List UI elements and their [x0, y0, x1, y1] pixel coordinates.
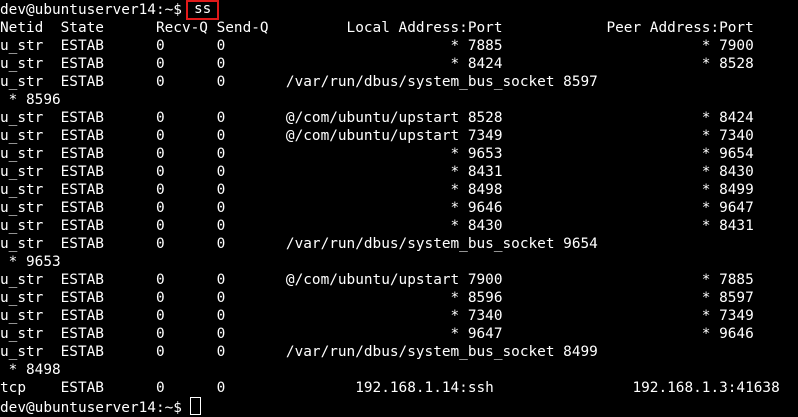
- output-line: u_str ESTAB 0 0 /var/run/dbus/system_bus…: [0, 236, 598, 252]
- output-line: * 8498: [0, 362, 61, 378]
- output-line: u_str ESTAB 0 0 * 8431 * 8430: [0, 164, 754, 180]
- output-line: tcp ESTAB 0 0 192.168.1.14:ssh 192.168.1…: [0, 380, 780, 396]
- output-line: u_str ESTAB 0 0 * 7885 * 7900: [0, 38, 754, 54]
- output-line: u_str ESTAB 0 0 /var/run/dbus/system_bus…: [0, 344, 598, 360]
- output-line: * 9653: [0, 254, 61, 270]
- terminal-window[interactable]: dev@ubuntuserver14:~$ ss Netid State Recv…: [0, 0, 798, 416]
- command-line: dev@ubuntuserver14:~$ ss: [0, 0, 220, 20]
- command-text: ss: [193, 1, 212, 17]
- output-line: u_str ESTAB 0 0 @/com/ubuntu/upstart 790…: [0, 272, 754, 288]
- output-line: u_str ESTAB 0 0 * 8498 * 8499: [0, 182, 754, 198]
- prompt: dev@ubuntuserver14:~$: [0, 400, 182, 416]
- output-line: * 8596: [0, 92, 61, 108]
- output-line: u_str ESTAB 0 0 @/com/ubuntu/upstart 734…: [0, 128, 754, 144]
- output-line: u_str ESTAB 0 0 * 8430 * 8431: [0, 218, 754, 234]
- table-header: Netid State Recv-Q Send-Q Local Address:…: [0, 20, 754, 36]
- output-line: u_str ESTAB 0 0 * 9646 * 9647: [0, 200, 754, 216]
- output-line: u_str ESTAB 0 0 @/com/ubuntu/upstart 852…: [0, 110, 754, 126]
- command-highlight: ss: [185, 0, 220, 20]
- output-line: u_str ESTAB 0 0 * 8596 * 8597: [0, 290, 754, 306]
- output-line: u_str ESTAB 0 0 * 8424 * 8528: [0, 56, 754, 72]
- output-line: u_str ESTAB 0 0 * 7340 * 7349: [0, 308, 754, 324]
- prompt-line[interactable]: dev@ubuntuserver14:~$: [0, 397, 201, 416]
- output-line: u_str ESTAB 0 0 * 9647 * 9646: [0, 326, 754, 342]
- prompt: dev@ubuntuserver14:~$: [0, 2, 182, 18]
- output-line: u_str ESTAB 0 0 * 9653 * 9654: [0, 146, 754, 162]
- text-cursor[interactable]: [189, 397, 201, 415]
- output-line: u_str ESTAB 0 0 /var/run/dbus/system_bus…: [0, 74, 598, 90]
